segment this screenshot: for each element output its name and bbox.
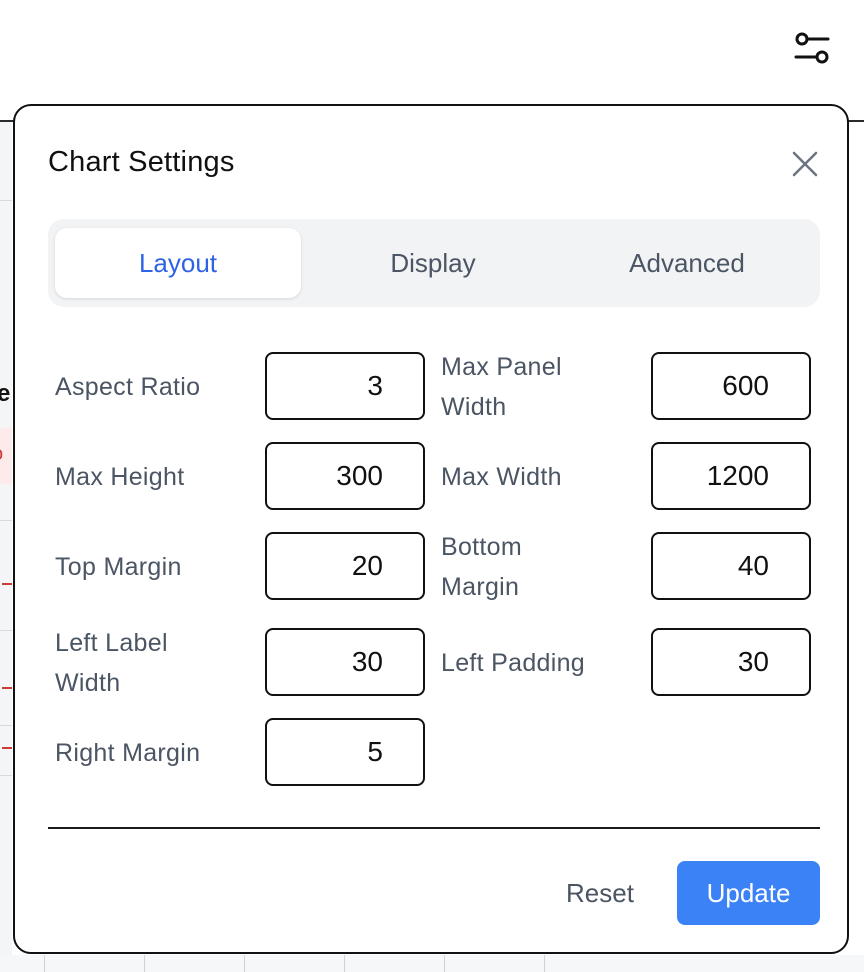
max-height-label: Max Height (55, 463, 185, 491)
chart-settings-dialog: Chart Settings Layout Display Advanced A… (13, 104, 849, 954)
background-divider (0, 725, 12, 726)
left-label-width-label-line2: Width (55, 669, 121, 697)
right-margin-label: Right Margin (55, 739, 201, 767)
bottom-margin-label: Bottom Margin (441, 527, 522, 607)
background-grid-line (344, 955, 345, 972)
max-panel-width-label-line1: Max Panel (441, 353, 562, 381)
background-clipped-text: o (0, 443, 3, 466)
background-chart-tick (2, 747, 12, 749)
background-grid-line (444, 955, 445, 972)
background-content-edge (0, 122, 12, 972)
max-panel-width-input[interactable] (651, 352, 811, 420)
close-button[interactable] (787, 146, 823, 182)
background-grid-line (544, 955, 545, 972)
chart-settings-button[interactable] (788, 24, 836, 72)
background-divider (0, 775, 12, 776)
bottom-margin-label-line1: Bottom (441, 533, 522, 561)
aspect-ratio-input[interactable] (265, 352, 425, 420)
background-grid-line (44, 955, 45, 972)
background-divider (0, 520, 12, 521)
tab-layout[interactable]: Layout (55, 228, 301, 298)
top-margin-input[interactable] (265, 532, 425, 600)
footer-divider (48, 827, 820, 829)
max-panel-width-label: Max Panel Width (441, 347, 562, 427)
update-button[interactable]: Update (677, 861, 820, 925)
left-label-width-input[interactable] (265, 628, 425, 696)
left-padding-input[interactable] (651, 628, 811, 696)
background-chart-tick (2, 583, 12, 585)
background-divider (0, 200, 12, 201)
max-height-input[interactable] (265, 442, 425, 510)
bottom-margin-input[interactable] (651, 532, 811, 600)
dialog-title: Chart Settings (48, 146, 235, 178)
background-grid (0, 955, 864, 972)
max-width-label: Max Width (441, 463, 562, 491)
tab-display[interactable]: Display (310, 228, 556, 298)
max-width-input[interactable] (651, 442, 811, 510)
page: e o Chart Settings Layout Display (0, 0, 864, 972)
top-margin-label: Top Margin (55, 553, 182, 581)
settings-tabs: Layout Display Advanced (48, 219, 820, 307)
background-chart-tick (2, 687, 12, 689)
aspect-ratio-label: Aspect Ratio (55, 373, 201, 401)
left-padding-label: Left Padding (441, 649, 585, 677)
bottom-margin-label-line2: Margin (441, 573, 520, 601)
sliders-icon (794, 32, 830, 64)
tab-advanced[interactable]: Advanced (564, 228, 810, 298)
reset-button[interactable]: Reset (548, 861, 652, 925)
background-grid-line (144, 955, 145, 972)
background-clipped-text: e (0, 380, 11, 407)
left-label-width-label: Left Label Width (55, 623, 168, 703)
background-grid-line (244, 955, 245, 972)
right-margin-input[interactable] (265, 718, 425, 786)
left-label-width-label-line1: Left Label (55, 629, 168, 657)
close-icon (792, 151, 818, 177)
background-divider (0, 630, 12, 631)
max-panel-width-label-line2: Width (441, 393, 507, 421)
